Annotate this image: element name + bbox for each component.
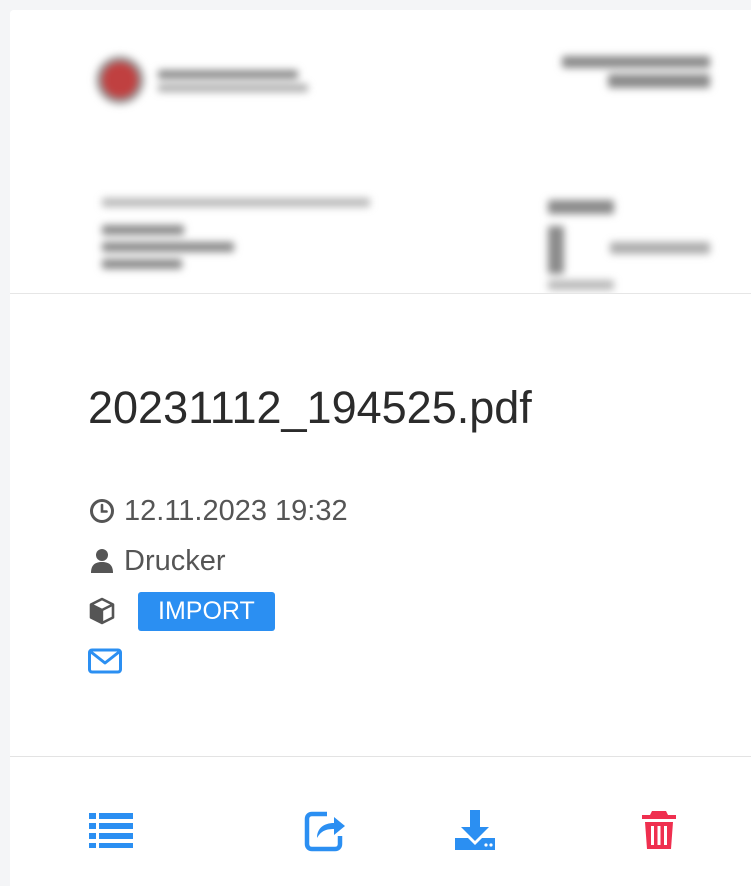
- download-icon: [455, 810, 495, 850]
- trash-icon: [642, 811, 676, 849]
- user-icon: [88, 547, 116, 575]
- document-card: 20231112_194525.pdf 12.11.2023 19:32 Dru…: [10, 10, 751, 886]
- clock-icon: [88, 497, 116, 525]
- download-button[interactable]: [452, 807, 498, 853]
- tag-row: IMPORT: [88, 586, 731, 636]
- document-preview-thumbnail[interactable]: [10, 10, 751, 294]
- document-info: 20231112_194525.pdf 12.11.2023 19:32 Dru…: [88, 362, 731, 686]
- share-icon: [304, 811, 345, 852]
- user-row: Drucker: [88, 536, 731, 586]
- mail-row: [88, 636, 731, 686]
- import-tag-badge[interactable]: IMPORT: [138, 591, 275, 631]
- file-name: 20231112_194525.pdf: [88, 382, 532, 433]
- document-meta: 12.11.2023 19:32 Drucker IMPORT: [88, 486, 731, 686]
- envelope-icon[interactable]: [88, 647, 122, 675]
- date-row: 12.11.2023 19:32: [88, 486, 731, 536]
- delete-button[interactable]: [636, 807, 682, 853]
- list-icon: [89, 813, 133, 848]
- owner-name: Drucker: [124, 544, 226, 577]
- details-list-button[interactable]: [88, 807, 134, 853]
- cube-icon: [88, 597, 116, 625]
- blurred-document-content: [10, 10, 751, 293]
- action-bar: [10, 757, 751, 886]
- created-date: 12.11.2023 19:32: [124, 494, 348, 527]
- share-button[interactable]: [302, 807, 348, 853]
